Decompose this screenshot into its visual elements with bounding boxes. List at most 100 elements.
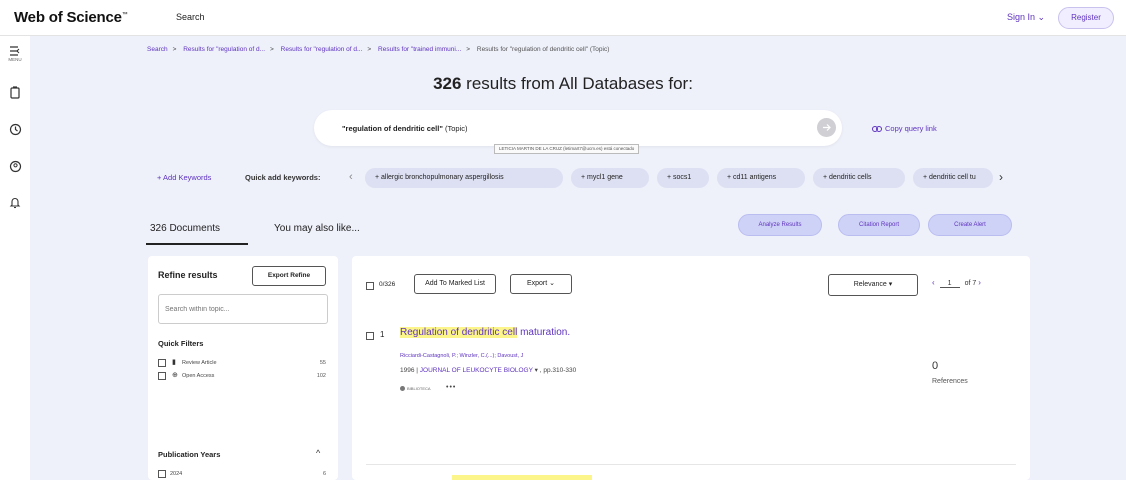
publication-year-label: 2024 bbox=[170, 471, 183, 477]
chevron-left-icon[interactable]: ‹ bbox=[349, 171, 353, 183]
copy-query-link-label: Copy query link bbox=[885, 124, 937, 133]
previous-page-icon[interactable]: ‹ bbox=[932, 278, 935, 287]
breadcrumb-item[interactable]: Search bbox=[147, 46, 168, 53]
record-pages: , pp.310-330 bbox=[539, 367, 577, 374]
user-icon bbox=[9, 160, 21, 173]
keyword-chip[interactable]: + dendritic cells bbox=[813, 168, 905, 188]
results-heading: 326 results from All Databases for: bbox=[30, 74, 1096, 94]
refine-panel: Refine results Export Refine Quick Filte… bbox=[148, 256, 338, 480]
record-journal-link[interactable]: JOURNAL OF LEUKOCYTE BIOLOGY bbox=[420, 367, 533, 374]
analyze-results-button[interactable]: Analyze Results bbox=[738, 214, 822, 236]
breadcrumb-current: Results for "regulation of dendritic cel… bbox=[476, 46, 610, 53]
menu-toggle-button[interactable]: MENU bbox=[6, 46, 24, 62]
record-source: 1996 | JOURNAL OF LEUKOCYTE BIOLOGY ▾ , … bbox=[400, 367, 577, 374]
export-refine-button[interactable]: Export Refine bbox=[252, 266, 326, 286]
breadcrumb-separator: > bbox=[172, 46, 177, 53]
menu-label: MENU bbox=[8, 57, 22, 62]
checkbox[interactable] bbox=[158, 470, 166, 478]
history-button[interactable] bbox=[6, 123, 24, 136]
library-logo-icon bbox=[400, 386, 405, 392]
references-count[interactable]: 0 bbox=[932, 360, 938, 372]
sign-in-button[interactable]: Sign In ⌄ bbox=[1007, 12, 1045, 23]
alerts-button[interactable] bbox=[6, 196, 24, 209]
register-button[interactable]: Register bbox=[1058, 7, 1114, 29]
checkbox[interactable] bbox=[158, 372, 166, 380]
web-of-science-logo[interactable]: Web of Science™ bbox=[14, 9, 128, 26]
add-to-marked-list-button[interactable]: Add To Marked List bbox=[414, 274, 496, 294]
keyword-chip[interactable]: + allergic bronchopulmonary aspergillosi… bbox=[365, 168, 563, 188]
marked-lists-button[interactable] bbox=[6, 86, 24, 99]
breadcrumb-item[interactable]: Results for "regulation of d... bbox=[183, 46, 265, 53]
publication-years-title: Publication Years bbox=[158, 450, 221, 459]
breadcrumb-item[interactable]: Results for "trained immuni... bbox=[378, 46, 461, 53]
quick-add-keywords-label: Quick add keywords: bbox=[245, 173, 321, 182]
selected-count: 0/326 bbox=[379, 281, 396, 288]
keyword-chip[interactable]: + cd11 antigens bbox=[717, 168, 805, 188]
bell-icon bbox=[9, 197, 21, 209]
checkbox[interactable] bbox=[158, 359, 166, 367]
breadcrumb-item[interactable]: Results for "regulation of d... bbox=[281, 46, 363, 53]
open-access-icon: ⊕ bbox=[172, 372, 178, 379]
search-within-input[interactable] bbox=[158, 294, 328, 324]
researcher-profile-button[interactable] bbox=[6, 160, 24, 173]
next-page-icon[interactable]: › bbox=[978, 278, 981, 287]
main-content: Search > Results for "regulation of d... >… bbox=[30, 36, 1126, 480]
arrow-right-icon bbox=[823, 124, 831, 131]
keyword-chip[interactable]: + mycl1 gene bbox=[571, 168, 649, 188]
record-year: 1996 bbox=[400, 367, 415, 374]
link-icon bbox=[872, 126, 882, 133]
top-bar: Web of Science™ Search Sign In ⌄ Registe… bbox=[0, 0, 1126, 36]
record-title-rest: maturation. bbox=[517, 327, 571, 338]
library-link-badge[interactable]: BIBLIOTECA bbox=[400, 386, 431, 392]
page-number-input[interactable]: 1 bbox=[939, 280, 960, 288]
active-tab-indicator bbox=[146, 243, 248, 245]
review-article-icon: ▮ bbox=[172, 359, 176, 366]
chevron-right-icon[interactable]: › bbox=[999, 170, 1003, 184]
query-field: (Topic) bbox=[444, 124, 468, 133]
search-nav-link[interactable]: Search bbox=[176, 12, 205, 22]
breadcrumb-separator: > bbox=[367, 46, 372, 53]
record-checkbox[interactable] bbox=[366, 332, 374, 340]
tab-you-may-also-like[interactable]: You may also like... bbox=[274, 223, 360, 234]
citation-report-button[interactable]: Citation Report bbox=[838, 214, 920, 236]
record-title-highlight: Regulation of dendritic cell bbox=[400, 327, 518, 338]
breadcrumb-separator: > bbox=[466, 46, 471, 53]
create-alert-button[interactable]: Create Alert bbox=[928, 214, 1012, 236]
record-authors[interactable]: Ricciardi-Castagnoli, P.; Winzler, C.(..… bbox=[400, 353, 523, 359]
export-button[interactable]: Export ⌄ bbox=[510, 274, 572, 294]
copy-query-link-button[interactable]: Copy query link bbox=[872, 124, 937, 133]
quick-filters-title: Quick Filters bbox=[158, 339, 204, 348]
quick-filter-label: Open Access bbox=[182, 373, 215, 379]
refine-title: Refine results bbox=[158, 270, 218, 280]
add-keywords-button[interactable]: + Add Keywords bbox=[157, 173, 211, 182]
query-go-button[interactable] bbox=[817, 118, 836, 137]
quick-filter-row[interactable]: ⊕ Open Access 102 bbox=[158, 372, 326, 382]
query-text: "regulation of dendritic cell" (Topic) bbox=[342, 124, 467, 133]
quick-filter-row[interactable]: ▮ Review Article 55 bbox=[158, 359, 326, 369]
query-term: "regulation of dendritic cell" bbox=[342, 124, 443, 133]
session-tooltip: LETICIA MARTIN DE LA CRUZ (letimart7@ucm… bbox=[494, 144, 640, 154]
pagination: ‹ 1 of 7 › bbox=[932, 278, 981, 288]
quick-filter-count: 55 bbox=[319, 360, 326, 366]
keyword-chip[interactable]: + socs1 bbox=[657, 168, 709, 188]
results-heading-text: results from All Databases for: bbox=[466, 74, 693, 93]
record-title-link[interactable]: Regulation of dendritic cell maturation. bbox=[400, 327, 570, 338]
results-list: 0/326 Add To Marked List Export ⌄ Releva… bbox=[352, 256, 1030, 480]
more-options-icon[interactable]: ••• bbox=[446, 384, 456, 391]
left-rail: MENU bbox=[0, 36, 30, 480]
library-badge-label: BIBLIOTECA bbox=[407, 386, 431, 391]
page-total: of 7 bbox=[964, 280, 977, 287]
sort-select[interactable]: Relevance ▾ bbox=[828, 274, 918, 296]
record-number: 1 bbox=[380, 330, 385, 339]
keyword-chip[interactable]: + dendritic cell tu bbox=[913, 168, 993, 188]
select-all-checkbox[interactable] bbox=[366, 282, 374, 290]
menu-icon bbox=[10, 46, 20, 56]
record-divider bbox=[366, 464, 1016, 465]
chevron-up-icon[interactable]: ^ bbox=[316, 448, 320, 458]
breadcrumb-separator: > bbox=[270, 46, 274, 53]
query-box[interactable]: "regulation of dendritic cell" (Topic) bbox=[314, 110, 842, 146]
clipboard-icon bbox=[10, 86, 20, 99]
publication-year-row[interactable]: 2024 6 bbox=[158, 470, 326, 480]
publication-year-count: 6 bbox=[322, 471, 326, 477]
tab-documents[interactable]: 326 Documents bbox=[150, 223, 220, 234]
